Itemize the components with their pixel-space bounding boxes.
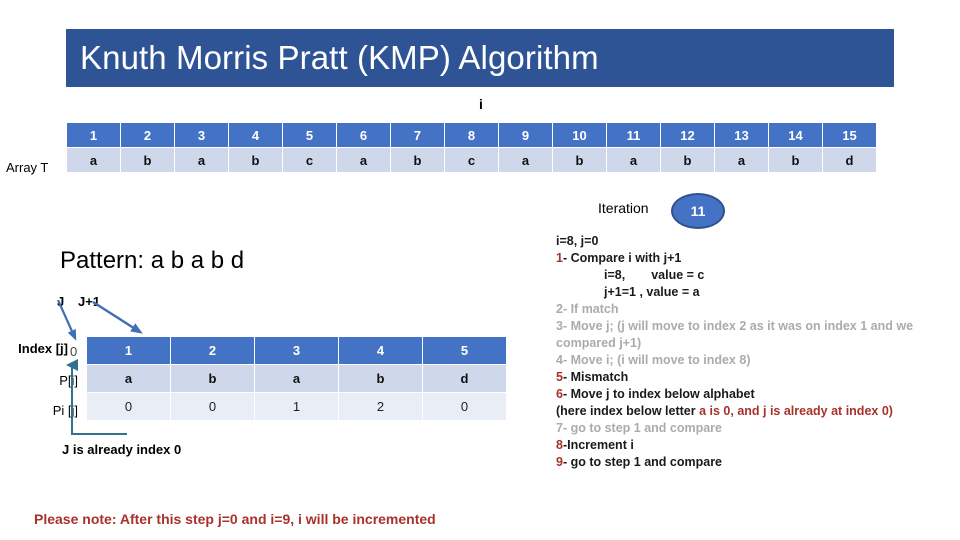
please-note-text: Please note: After this step j=0 and i=9… (34, 511, 436, 527)
array-value-cell: a (499, 148, 552, 172)
step-5-number: 5 (556, 370, 563, 384)
explanation-step-3: 3- Move j; (j will move to index 2 as it… (556, 319, 914, 350)
explanation-step-1-sub-b: j+1=1 , value = a (556, 284, 956, 301)
explanation-panel: i=8, j=0 1- Compare i with j+1 i=8, value… (556, 233, 956, 471)
pattern-pi-cell: 0 (171, 393, 254, 420)
array-index-cell: 12 (661, 123, 714, 147)
explanation-step-1-sub-a: i=8, value = c (556, 267, 956, 284)
step-5-text: - Mismatch (562, 370, 629, 384)
pattern-pi-cell: 1 (255, 393, 338, 420)
explanation-state: i=8, j=0 (556, 234, 599, 248)
pattern-table: 1 2 3 4 5 a b a b d 0 0 1 2 0 (86, 336, 507, 421)
pattern-pi-cell: 2 (339, 393, 422, 420)
pattern-index-cell: 5 (423, 337, 506, 364)
pi-to-index-elbow-arrow (66, 359, 127, 435)
iteration-badge: 11 (671, 193, 725, 229)
array-value-cell: b (391, 148, 444, 172)
array-value-cell: c (283, 148, 336, 172)
explanation-step-4: 4- Move i; (i will move to index 8) (556, 353, 751, 367)
array-index-cell: 13 (715, 123, 768, 147)
pattern-index-cell: 3 (255, 337, 338, 364)
array-value-cell: a (337, 148, 390, 172)
index-j-row-label: Index [j] (18, 341, 68, 356)
step-9-text: - go to step 1 and compare (562, 455, 723, 469)
step-1-number: 1 (556, 251, 563, 265)
step-1-sub-b: j+1=1 , value = a (604, 285, 700, 299)
pattern-heading: Pattern: a b a b d (60, 247, 245, 274)
page-title: Knuth Morris Pratt (KMP) Algorithm (80, 39, 599, 76)
pattern-value-cell: b (339, 365, 422, 392)
array-value-cell: b (661, 148, 714, 172)
array-index-row: 1 2 3 4 5 6 7 8 9 10 11 12 13 14 15 (67, 123, 876, 147)
array-value-cell: b (121, 148, 174, 172)
array-index-cell: 4 (229, 123, 282, 147)
array-index-cell: 6 (337, 123, 390, 147)
explanation-step-1: 1- Compare i with j+1 (556, 250, 956, 267)
array-index-cell: 3 (175, 123, 228, 147)
step-9-number: 9 (556, 455, 563, 469)
pattern-pi-cell: 0 (423, 393, 506, 420)
array-value-cell: b (229, 148, 282, 172)
step-6-text: - Move j to index below alphabet (562, 387, 755, 401)
array-t-row-label: Array T (6, 160, 49, 175)
array-index-cell: 8 (445, 123, 498, 147)
array-value-cell: d (823, 148, 876, 172)
pattern-index-row: 1 2 3 4 5 (87, 337, 506, 364)
step-1-text: - Compare i with j+1 (562, 251, 682, 265)
pattern-value-row: a b a b d (87, 365, 506, 392)
array-value-cell: b (553, 148, 606, 172)
step-6-note-red: a is 0, and j is already at index 0) (699, 404, 893, 418)
step-8-number: 8 (556, 438, 563, 452)
array-value-cell: b (769, 148, 822, 172)
array-index-cell: 15 (823, 123, 876, 147)
pattern-index-cell: 4 (339, 337, 422, 364)
step-1-sub-a-left: i=8, (604, 268, 626, 282)
array-t-table: 1 2 3 4 5 6 7 8 9 10 11 12 13 14 15 a b … (66, 122, 877, 173)
array-index-cell: 2 (121, 123, 174, 147)
array-value-row: a b a b c a b c a b a b a b d (67, 148, 876, 172)
explanation-step-6: 6- Move j to index below alphabet (556, 386, 956, 403)
array-index-cell: 9 (499, 123, 552, 147)
array-value-cell: a (607, 148, 660, 172)
explanation-step-2: 2- If match (556, 302, 619, 316)
explanation-step-6-note: (here index below letter a is 0, and j i… (556, 403, 956, 420)
pattern-value-cell: d (423, 365, 506, 392)
iteration-label: Iteration (598, 200, 649, 216)
explanation-step-7: 7- go to step 1 and compare (556, 421, 723, 435)
j-already-index-note: J is already index 0 (62, 442, 182, 457)
array-pointer-i-label: i (479, 96, 483, 112)
explanation-step-5: 5- Mismatch (556, 369, 956, 386)
array-index-cell: 14 (769, 123, 822, 147)
array-index-cell: 11 (607, 123, 660, 147)
array-index-cell: 10 (553, 123, 606, 147)
pattern-value-cell: b (171, 365, 254, 392)
pattern-value-cell: a (255, 365, 338, 392)
pattern-pi-row: 0 0 1 2 0 (87, 393, 506, 420)
array-value-cell: a (715, 148, 768, 172)
array-value-cell: a (67, 148, 120, 172)
step-6-number: 6 (556, 387, 563, 401)
array-value-cell: c (445, 148, 498, 172)
array-value-cell: a (175, 148, 228, 172)
array-index-cell: 5 (283, 123, 336, 147)
step-1-sub-a-right: value = c (651, 268, 705, 282)
array-index-cell: 7 (391, 123, 444, 147)
step-8-text: -Increment i (562, 438, 634, 452)
explanation-step-8: 8-Increment i (556, 437, 956, 454)
array-index-cell: 1 (67, 123, 120, 147)
step-6-note-black: (here index below letter (556, 404, 700, 418)
explanation-step-9: 9- go to step 1 and compare (556, 454, 956, 471)
title-banner: Knuth Morris Pratt (KMP) Algorithm (66, 29, 894, 87)
pattern-index-cell: 2 (171, 337, 254, 364)
iteration-value: 11 (690, 203, 706, 219)
